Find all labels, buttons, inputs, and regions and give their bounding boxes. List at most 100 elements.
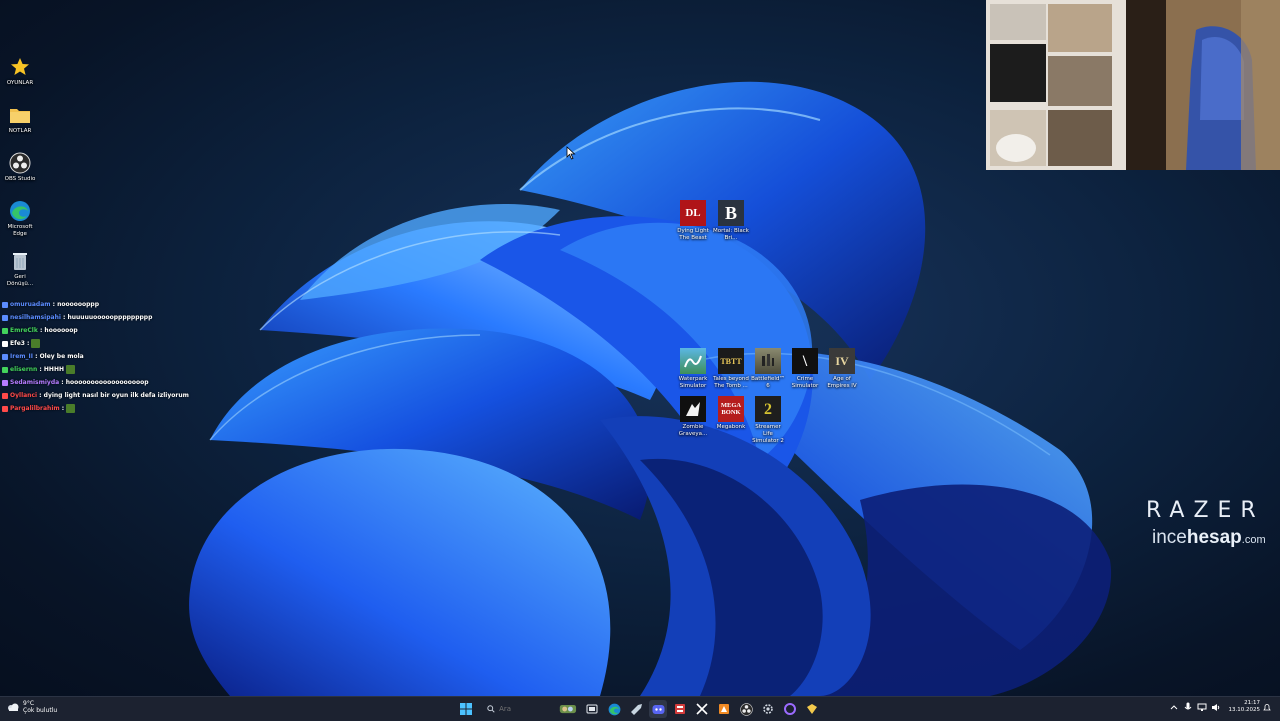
taskbar-app-orange[interactable] [715,700,733,718]
chat-username: Pargalilbrahim [10,405,60,412]
game-icon-label: Dying Light The Beast [677,228,709,241]
tray-overflow-button[interactable] [1168,701,1180,713]
chat-message: Oyllanci : dying light nasıl bir oyun il… [2,389,232,402]
taskbar: 9°C Çok bulutlu Ara 21:17 13.10.2025 [0,696,1280,721]
game-icon-streamer-life[interactable]: 2 Streamer Life Simulator 2 [750,396,786,445]
streamer-life-icon: 2 [755,396,781,422]
chat-badge-icon [2,314,8,321]
windows-icon [460,703,472,715]
taskbar-app-purple[interactable] [781,700,799,718]
steam-icon [630,703,642,715]
chat-message: Sedamismiyda : hoooooooooooooooooop [2,376,232,389]
chat-emote-icon [31,339,41,348]
zombie-icon [680,396,706,422]
desktop-icon-label: OBS Studio [4,176,36,182]
start-button[interactable] [457,700,475,718]
taskbar-app-yellow[interactable] [803,700,821,718]
tray-mic[interactable] [1182,701,1194,713]
game-icon-tales-beyond[interactable]: TBTT Tales beyond The Tomb ... [713,348,749,390]
desktop-icon-label: Microsoft Edge [7,224,33,237]
cloud-icon [8,703,19,711]
obs-icon [739,702,753,716]
chat-username: EmreClk [10,327,38,334]
x-icon [696,703,708,715]
clock-date: 13.10.2025 [1228,707,1261,713]
taskbar-discord[interactable] [649,700,667,718]
chat-badge-icon [2,366,8,373]
game-icon-dying-light[interactable]: DL Dying Light The Beast [675,200,711,242]
chat-text: : nooooooppp [52,301,100,308]
desktop-icon-recycle-bin[interactable]: Geri Dönüşü... [2,250,38,288]
chat-message: omuruadam : nooooooppp [2,298,232,311]
chat-username: Efe3 [10,340,25,347]
game-icon-mortal-black[interactable]: B Mortal: Black Bri... [713,200,749,242]
game-icon-label: Streamer Life Simulator 2 [752,424,784,444]
volume-icon [1211,703,1219,711]
chat-badge-icon [2,405,8,412]
desktop-icon-microsoft-edge[interactable]: Microsoft Edge [2,200,38,238]
system-tray: 21:17 13.10.2025 [1167,700,1275,714]
game-icon-label: Waterpark Simulator [678,376,708,389]
desktop-icon-label: NOTLAR [8,128,32,134]
tray-network[interactable] [1196,701,1208,713]
weather-widget[interactable]: 9°C Çok bulutlu [6,700,57,714]
chat-emote-icon [66,365,75,374]
game-icon-battlefield[interactable]: Battlefield™ 6 [750,348,786,390]
chat-text: : huuuuuoooooppppppppp [63,314,153,321]
taskbar-settings-app[interactable] [759,700,777,718]
search-input[interactable] [495,705,560,713]
tray-volume[interactable] [1210,701,1222,713]
game-icon-label: Megabonk [716,424,746,430]
chat-message: nesilhamsipahi : huuuuuoooooppppppppp [2,311,232,324]
chat-text: : dying light nasıl bir oyun ilk defa iz… [39,392,189,399]
edge-icon [9,200,31,222]
game-icon-age-of-empires[interactable]: IV Age of Empires IV [824,348,860,390]
megabonk-icon: MEGA BONK [718,396,744,422]
sponsor-branding: RAZER incehesap.com [1146,498,1266,549]
game-icon-waterpark[interactable]: Waterpark Simulator [675,348,711,390]
taskbar-search[interactable] [481,700,577,718]
game-icon-megabonk[interactable]: MEGA BONK Megabonk [713,396,749,431]
desktop-icon-oyunlar[interactable]: OYUNLAR [2,56,38,87]
star-icon [9,56,31,78]
chat-badge-icon [2,301,8,308]
task-view-button[interactable] [583,700,601,718]
bell-icon [1263,703,1271,710]
chat-badge-icon [2,353,8,360]
taskbar-x[interactable] [693,700,711,718]
taskbar-steam[interactable] [627,700,645,718]
taskbar-edge[interactable] [605,700,623,718]
search-icon [487,705,495,713]
app-red-icon [675,704,685,714]
desktop-icon-notlar[interactable]: NOTLAR [2,104,38,135]
game-icon-crime-simulator[interactable]: \ Crime Simulator [787,348,823,390]
obs-icon [9,152,31,174]
taskbar-app-red[interactable] [671,700,689,718]
game-icon-zombie-graveyard[interactable]: Zombie Graveya... [675,396,711,438]
crime-simulator-icon: \ [792,348,818,374]
chat-badge-icon [2,392,8,399]
folder-icon [9,104,31,126]
desktop-icon-label: OYUNLAR [6,80,34,86]
game-icon-label: Crime Simulator [791,376,819,389]
weather-temp: 9°C [23,700,35,707]
app-orange-icon [719,704,729,714]
chat-username: Irem_II [10,353,33,360]
microphone-icon [1184,702,1191,710]
chat-username: Oyllanci [10,392,38,399]
chat-badge-icon [2,327,8,334]
taskbar-obs[interactable] [737,700,755,718]
chevron-up-icon [1170,705,1177,710]
clock-time: 21:17 [1244,700,1260,706]
app-yellow-icon [807,704,817,714]
clock[interactable]: 21:17 13.10.2025 [1229,700,1261,714]
tbtt-icon: TBTT [718,348,744,374]
chat-text: : HHHH [39,366,64,373]
chat-message: Irem_II : Oley be mola [2,350,232,363]
chat-emote-icon [66,404,76,413]
game-icon-label: Mortal: Black Bri... [713,228,749,241]
network-icon [1197,703,1206,711]
notifications-button[interactable] [1261,701,1273,713]
chat-text: : hoooooop [39,327,78,334]
desktop-icon-obs-studio[interactable]: OBS Studio [2,152,38,183]
